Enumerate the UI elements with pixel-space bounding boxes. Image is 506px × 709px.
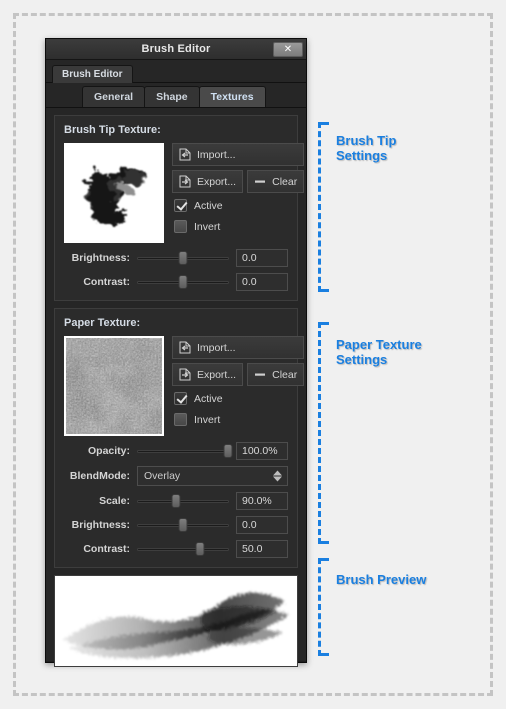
tab-brush-editor[interactable]: Brush Editor bbox=[52, 65, 133, 83]
paper-title: Paper Texture: bbox=[64, 317, 141, 329]
slider-thumb[interactable] bbox=[223, 444, 233, 458]
paper-active-label: Active bbox=[194, 392, 223, 405]
annotation-label-paper: Paper Texture Settings bbox=[336, 337, 422, 367]
checkbox-checked-icon bbox=[174, 392, 187, 405]
paper-brightness-value[interactable]: 0.0 bbox=[236, 516, 288, 534]
checkbox-unchecked-icon bbox=[174, 413, 187, 426]
brush-tip-clear-label: Clear bbox=[272, 175, 298, 188]
annotation-bracket-preview bbox=[318, 558, 329, 656]
paper-brightness-slider[interactable] bbox=[137, 518, 229, 532]
slider-track bbox=[137, 547, 229, 551]
paper-clear-button[interactable]: Clear bbox=[247, 363, 305, 386]
annotation-bracket-paper bbox=[318, 322, 329, 544]
paper-scale-row: Scale: 90.0% bbox=[64, 492, 288, 510]
minus-icon bbox=[254, 175, 266, 188]
brush-tip-contrast-value[interactable]: 0.0 bbox=[236, 273, 288, 291]
paper-texture-group: Paper Texture: Import... Export... Clear… bbox=[54, 308, 305, 568]
checkbox-unchecked-icon bbox=[174, 220, 187, 233]
brush-preview bbox=[54, 575, 298, 667]
paper-blendmode-row: BlendMode: Overlay bbox=[64, 466, 288, 486]
brush-tip-invert-label: Invert bbox=[194, 220, 221, 233]
brush-tip-texture-group: Brush Tip Texture: Import... Export... C… bbox=[54, 115, 305, 301]
paper-import-label: Import... bbox=[197, 341, 236, 354]
paper-opacity-label: Opacity: bbox=[87, 445, 130, 457]
paper-blendmode-select[interactable]: Overlay bbox=[137, 466, 288, 486]
brush-tip-title: Brush Tip Texture: bbox=[64, 124, 161, 136]
annotation-bracket-brush-tip bbox=[318, 122, 329, 292]
brush-editor-window: Brush Editor ✕ Brush Editor General Shap… bbox=[45, 38, 307, 667]
brush-tip-import-label: Import... bbox=[197, 148, 236, 161]
brush-tip-invert-checkbox[interactable]: Invert bbox=[172, 218, 304, 235]
brush-tip-active-checkbox[interactable]: Active bbox=[172, 197, 304, 214]
paper-invert-checkbox[interactable]: Invert bbox=[172, 411, 304, 428]
textures-panel: Brush Tip Texture: Import... Export... C… bbox=[46, 108, 306, 667]
brush-tip-thumbnail[interactable] bbox=[64, 143, 164, 243]
paper-clear-label: Clear bbox=[272, 368, 298, 381]
chevron-updown-icon bbox=[273, 470, 282, 482]
brush-tip-clear-button[interactable]: Clear bbox=[247, 170, 305, 193]
paper-contrast-slider[interactable] bbox=[137, 542, 229, 556]
brush-tip-contrast-row: Contrast: 0.0 bbox=[64, 273, 288, 291]
tab-general[interactable]: General bbox=[82, 86, 146, 107]
slider-thumb[interactable] bbox=[195, 542, 205, 556]
checkbox-checked-icon bbox=[174, 199, 187, 212]
paper-scale-value[interactable]: 90.0% bbox=[236, 492, 288, 510]
slider-thumb[interactable] bbox=[178, 251, 188, 265]
export-icon bbox=[179, 368, 191, 381]
brush-tip-contrast-slider[interactable] bbox=[137, 275, 229, 289]
paper-opacity-value[interactable]: 100.0% bbox=[236, 442, 288, 460]
paper-thumbnail[interactable] bbox=[64, 336, 164, 436]
paper-brightness-label: Brightness: bbox=[71, 519, 130, 531]
paper-brightness-row: Brightness: 0.0 bbox=[64, 516, 288, 534]
paper-import-button[interactable]: Import... bbox=[172, 336, 305, 359]
paper-blendmode-value: Overlay bbox=[144, 470, 181, 482]
import-icon bbox=[179, 148, 191, 161]
import-icon bbox=[179, 341, 191, 354]
paper-contrast-label: Contrast: bbox=[83, 543, 130, 555]
brush-tip-import-button[interactable]: Import... bbox=[172, 143, 305, 166]
slider-track bbox=[137, 449, 229, 453]
paper-opacity-slider[interactable] bbox=[137, 444, 233, 458]
paper-scale-slider[interactable] bbox=[137, 494, 229, 508]
close-button[interactable]: ✕ bbox=[273, 42, 303, 57]
slider-thumb[interactable] bbox=[178, 275, 188, 289]
annotation-label-preview: Brush Preview bbox=[336, 572, 427, 587]
slider-thumb[interactable] bbox=[178, 518, 188, 532]
tab-shape[interactable]: Shape bbox=[144, 86, 200, 107]
brush-tip-brightness-value[interactable]: 0.0 bbox=[236, 249, 288, 267]
brush-tip-export-label: Export... bbox=[197, 175, 237, 188]
paper-scale-label: Scale: bbox=[99, 495, 130, 507]
slider-thumb[interactable] bbox=[171, 494, 181, 508]
window-titlebar: Brush Editor ✕ bbox=[46, 39, 306, 60]
paper-active-checkbox[interactable]: Active bbox=[172, 390, 304, 407]
brush-tip-export-button[interactable]: Export... bbox=[172, 170, 244, 193]
inner-tabbar: General Shape Textures bbox=[46, 83, 306, 108]
brush-tip-brightness-label: Brightness: bbox=[71, 252, 130, 264]
paper-invert-label: Invert bbox=[194, 413, 221, 426]
slider-track bbox=[137, 499, 229, 503]
paper-export-button[interactable]: Export... bbox=[172, 363, 244, 386]
paper-export-label: Export... bbox=[197, 368, 237, 381]
page-root: Brush Editor ✕ Brush Editor General Shap… bbox=[0, 0, 506, 709]
brush-tip-contrast-label: Contrast: bbox=[83, 276, 130, 288]
close-icon: ✕ bbox=[283, 43, 293, 55]
brush-tip-active-label: Active bbox=[194, 199, 223, 212]
brush-tip-brightness-row: Brightness: 0.0 bbox=[64, 249, 288, 267]
paper-blendmode-label: BlendMode: bbox=[69, 470, 130, 482]
paper-opacity-row: Opacity: 100.0% bbox=[64, 442, 288, 460]
window-title: Brush Editor bbox=[141, 43, 211, 55]
outer-tabbar: Brush Editor bbox=[46, 60, 306, 83]
brush-tip-brightness-slider[interactable] bbox=[137, 251, 229, 265]
tab-textures[interactable]: Textures bbox=[198, 86, 266, 107]
paper-contrast-row: Contrast: 50.0 bbox=[64, 540, 288, 558]
export-icon bbox=[179, 175, 191, 188]
minus-icon bbox=[254, 368, 266, 381]
paper-contrast-value[interactable]: 50.0 bbox=[236, 540, 288, 558]
annotation-label-brush-tip: Brush Tip Settings bbox=[336, 133, 397, 163]
